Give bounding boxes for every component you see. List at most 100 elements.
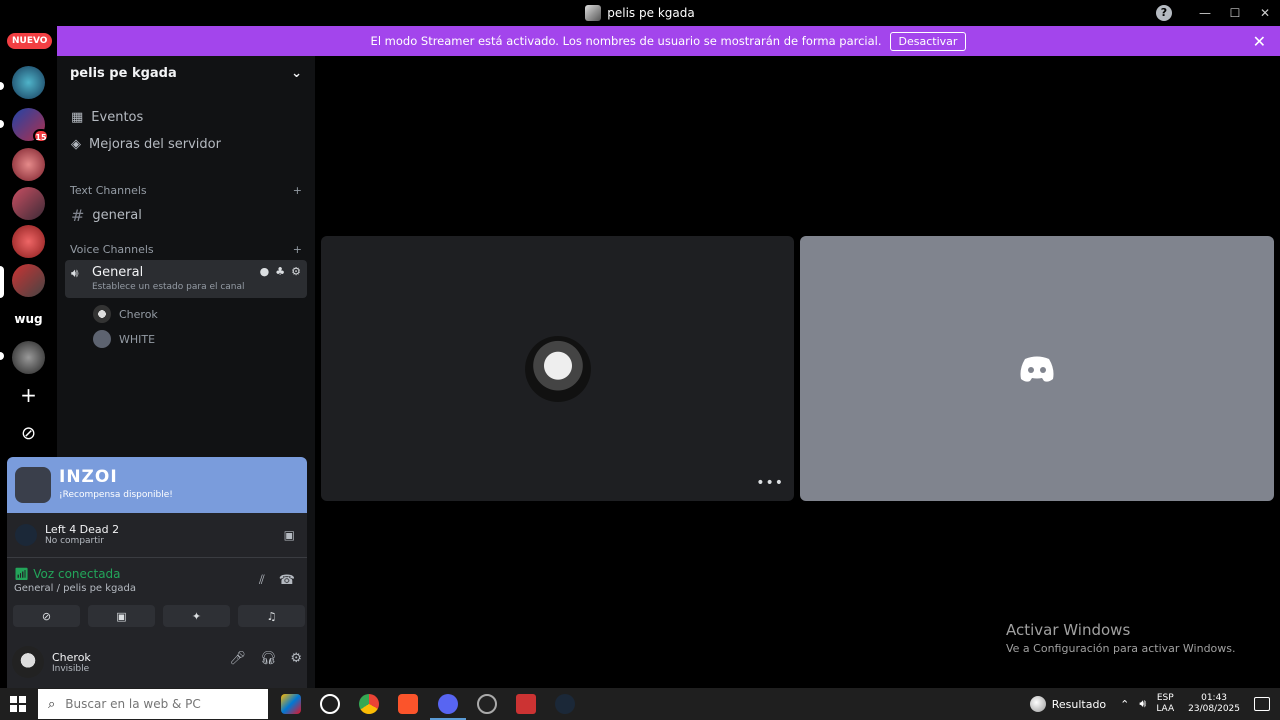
server-selected-indicator [0, 266, 4, 298]
invite-icon[interactable]: ♣ [275, 265, 285, 278]
channel-label: general [92, 208, 142, 223]
category-voice-channels[interactable]: Voice Channels + [70, 243, 302, 256]
participant-tile-white[interactable] [800, 236, 1274, 501]
add-channel-icon[interactable]: + [293, 243, 302, 256]
weather-widget[interactable]: Resultado [1029, 696, 1107, 712]
share-screen-button[interactable]: ▣ [88, 605, 155, 627]
server-icon-2[interactable]: 15 [12, 108, 49, 143]
server-icon-1[interactable] [12, 66, 45, 99]
server-icon-3[interactable] [12, 148, 45, 181]
activities-button[interactable]: ✦ [163, 605, 230, 627]
member-name: WHITE [119, 332, 156, 346]
discord-taskbar-icon[interactable] [438, 694, 458, 714]
more-options-icon[interactable]: ••• [756, 475, 784, 491]
voice-connection[interactable]: 📶︎ Voz conectada General / pelis pe kgada [14, 567, 136, 594]
nav-mejoras[interactable]: ◈ Mejoras del servidor [71, 137, 221, 152]
voice-stage: ••• Activar Windows Ve a Configuración p… [315, 56, 1280, 688]
voice-channel-general[interactable]: 🔊︎ General Establece un estado para el c… [65, 260, 307, 298]
add-server-icon[interactable]: + [12, 379, 45, 412]
copilot-icon[interactable] [281, 694, 301, 714]
server-icon-8[interactable] [12, 341, 45, 374]
steam-taskbar-icon[interactable] [555, 694, 575, 714]
chat-icon[interactable]: ● [260, 265, 270, 278]
calendar-icon: ▦ [71, 110, 84, 125]
server-name: pelis pe kgada [70, 66, 177, 81]
noise-suppression-icon[interactable]: ⫽ [259, 573, 265, 588]
brave-icon[interactable] [398, 694, 418, 714]
nav-label: Eventos [91, 110, 144, 125]
mention-badge: 15 [33, 129, 49, 143]
soundboard-button[interactable]: ♫ [238, 605, 305, 627]
nuevo-badge[interactable]: NUEVO [7, 33, 53, 49]
clock-app-icon[interactable] [477, 694, 497, 714]
signal-icon: 📶︎ [14, 567, 30, 581]
avatar [93, 330, 111, 348]
disconnect-icon[interactable]: ☎ [279, 573, 295, 588]
clock[interactable]: 01:43 23/08/2025 [1188, 693, 1240, 715]
participant-tile-cherok[interactable]: ••• [321, 236, 794, 501]
help-icon[interactable]: ? [1156, 5, 1172, 21]
voice-location: General / pelis pe kgada [14, 583, 137, 594]
headphones-icon[interactable]: 🎧︎ [260, 651, 277, 666]
add-channel-icon[interactable]: + [293, 184, 302, 197]
media-player-icon[interactable] [320, 694, 340, 714]
category-label: Text Channels [70, 184, 147, 197]
discord-logo-icon [1020, 356, 1054, 382]
activate-windows-watermark: Activar Windows Ve a Configuración para … [1006, 621, 1236, 655]
volume-icon[interactable]: 🔊︎ [1139, 697, 1146, 711]
search-icon: ⌕ [48, 696, 56, 712]
category-text-channels[interactable]: Text Channels + [70, 184, 302, 197]
nav-label: Mejoras del servidor [89, 137, 221, 152]
explore-icon[interactable]: ⊘ [12, 417, 45, 450]
minimize-button[interactable]: — [1190, 6, 1220, 20]
server-icon-current[interactable] [12, 264, 45, 297]
member-name: Cherok [119, 307, 158, 321]
title-bar: pelis pe kgada [0, 0, 1280, 26]
nav-eventos[interactable]: ▦ Eventos [71, 110, 143, 125]
user-panel: Left 4 Dead 2 No compartir ▣ 📶︎ Voz conec… [7, 513, 307, 688]
reward-promo-card[interactable]: INZOI ¡Recompensa disponible! [7, 457, 307, 513]
chevron-down-icon: ⌄ [291, 66, 302, 81]
server-indicator [0, 82, 4, 90]
time: 01:43 [1201, 693, 1228, 703]
username: Cherok [52, 650, 91, 664]
taskbar-search[interactable]: ⌕ [38, 689, 268, 719]
server-wug[interactable]: wug [12, 303, 45, 336]
screen-share-icon[interactable]: ▣ [284, 528, 295, 542]
promo-subtitle: ¡Recompensa disponible! [59, 490, 173, 500]
weather-label: Resultado [1051, 697, 1107, 711]
gear-icon[interactable]: ⚙ [291, 265, 301, 278]
voice-actions: ⫽ ☎ [259, 573, 295, 588]
language-indicator[interactable]: ESP LAA [1156, 693, 1174, 715]
server-indicator [0, 352, 4, 360]
date: 23/08/2025 [1188, 704, 1240, 714]
microphone-icon[interactable]: 🎤︎ [229, 651, 246, 666]
voice-member[interactable]: Cherok [93, 305, 158, 323]
chrome-icon[interactable] [359, 694, 379, 714]
chevron-up-icon[interactable]: ⌃ [1120, 698, 1129, 711]
voice-channel-status[interactable]: Establece un estado para el canal [92, 282, 245, 292]
windows-start-icon[interactable] [10, 696, 26, 712]
window-title: pelis pe kgada [585, 5, 695, 21]
promo-logo: INZOI [59, 467, 118, 487]
banner-close-icon[interactable]: ✕ [1253, 32, 1266, 51]
channel-general[interactable]: # general [71, 206, 142, 225]
settings-gear-icon[interactable]: ⚙ [290, 651, 302, 666]
language-code: ESP [1156, 693, 1174, 703]
server-icon-5[interactable] [12, 225, 45, 258]
camera-off-button[interactable]: ⊘ [13, 605, 80, 627]
left4dead-icon[interactable] [516, 694, 536, 714]
activity-game: Left 4 Dead 2 No compartir [15, 523, 119, 546]
participant-avatar [525, 336, 591, 402]
voice-member[interactable]: WHITE [93, 330, 155, 348]
notifications-icon[interactable] [1254, 697, 1270, 711]
deactivate-button[interactable]: Desactivar [889, 31, 967, 51]
boost-icon: ◈ [71, 137, 81, 152]
server-icon-4[interactable] [12, 187, 45, 220]
server-header[interactable]: pelis pe kgada ⌄ [70, 66, 302, 81]
watermark-line-2: Ve a Configuración para activar Windows. [1006, 642, 1236, 655]
close-window-button[interactable]: ✕ [1250, 6, 1280, 20]
user-status: Invisible [52, 663, 90, 674]
maximize-button[interactable]: ☐ [1220, 6, 1250, 20]
search-input[interactable] [65, 697, 206, 711]
